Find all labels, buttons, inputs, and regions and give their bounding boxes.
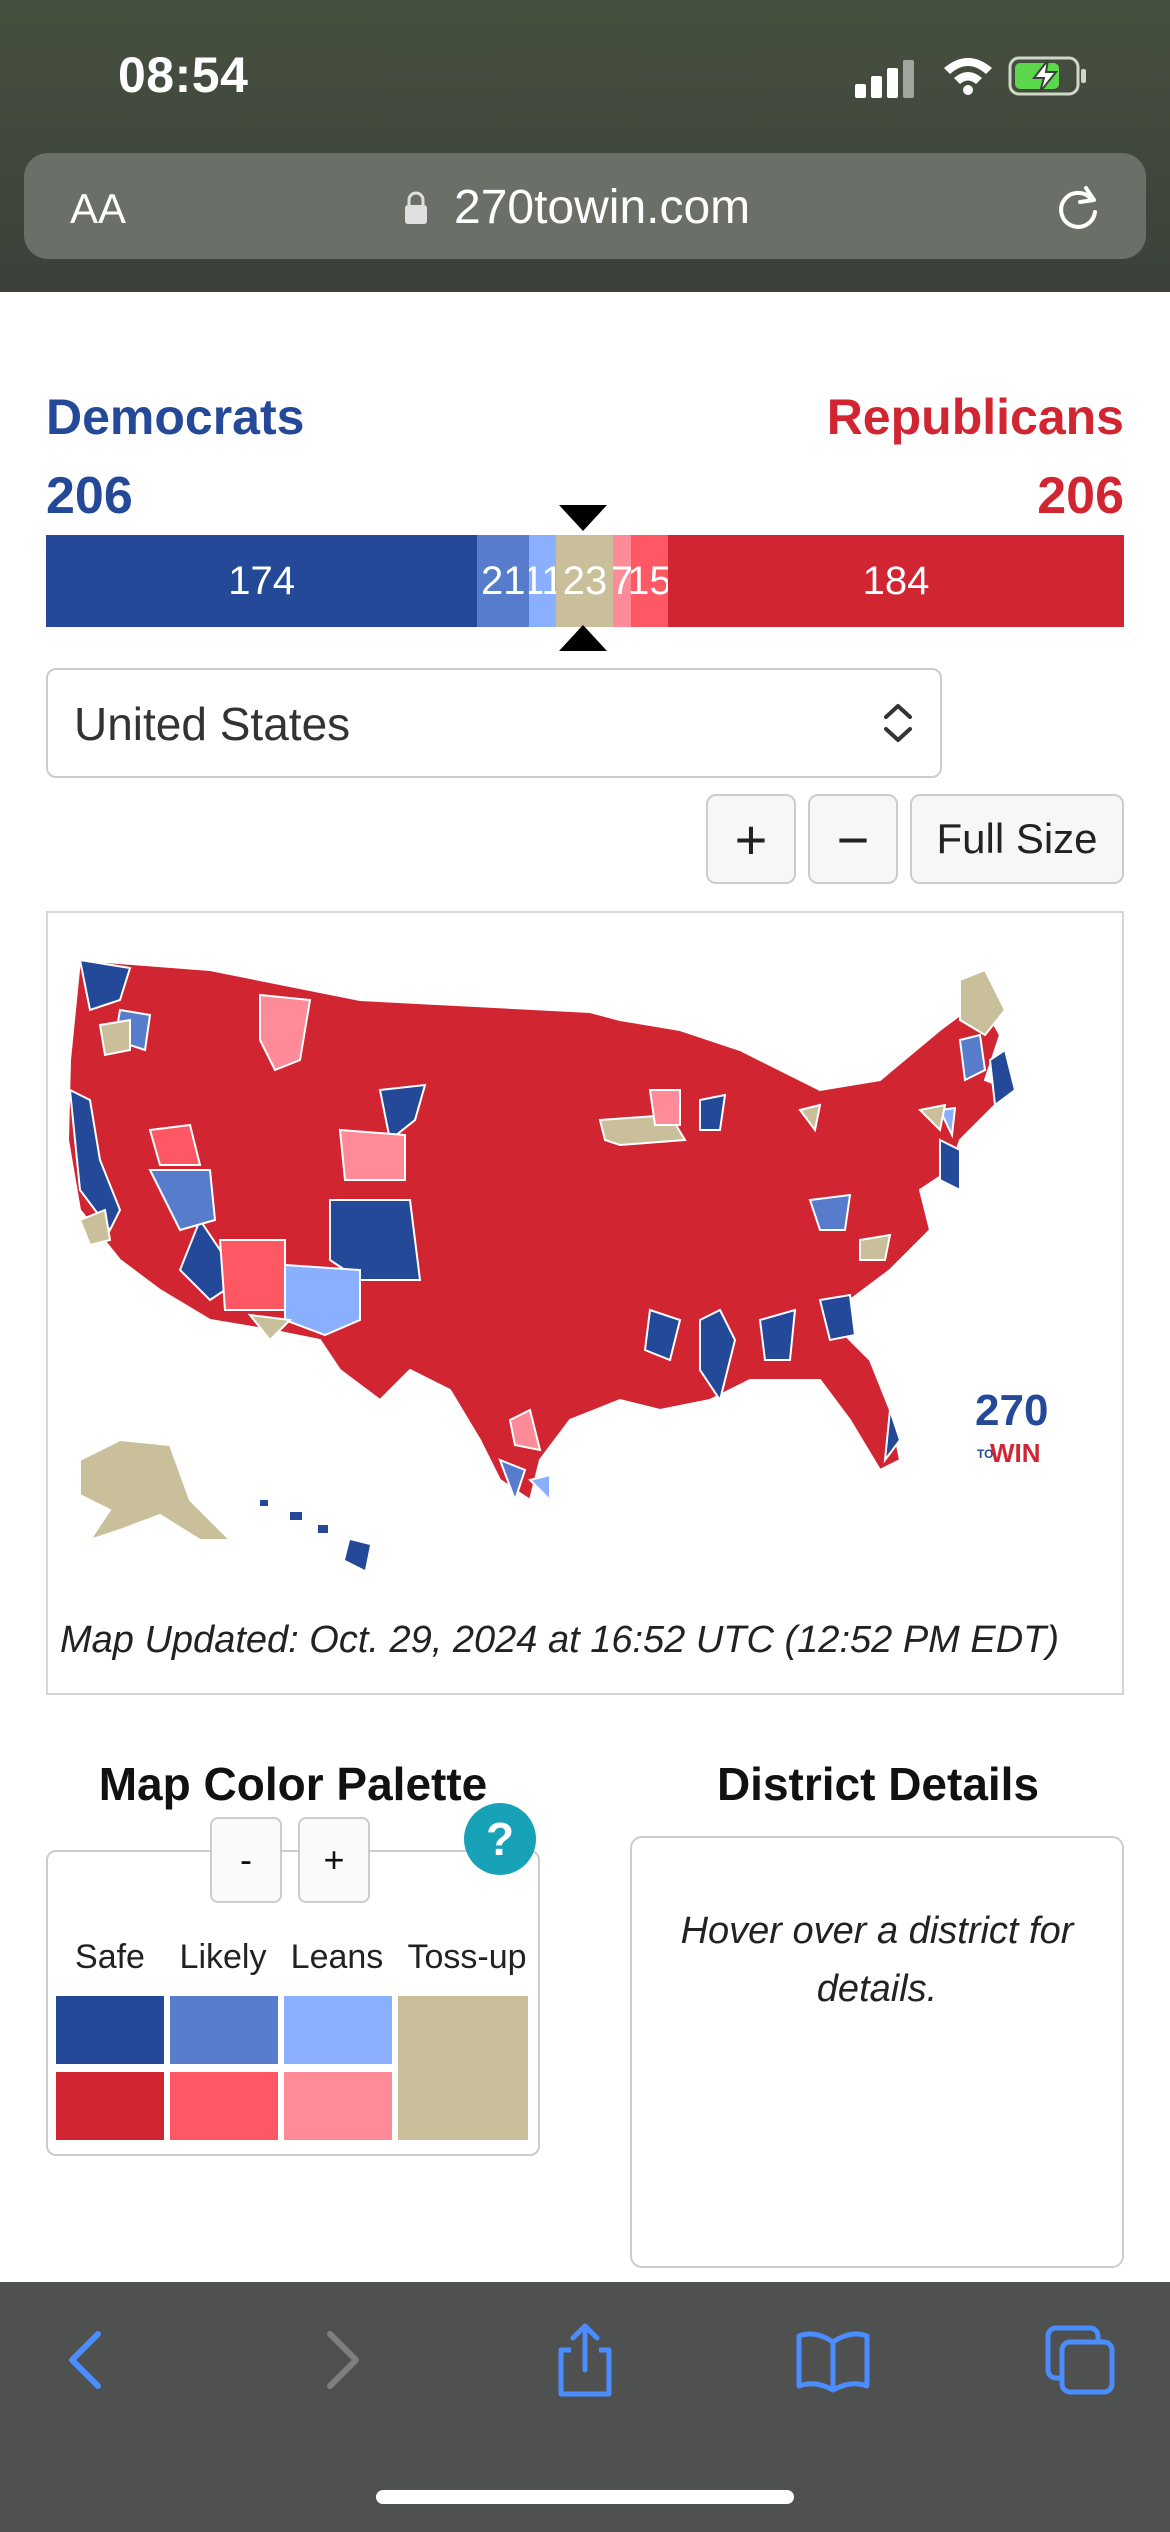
status-time: 08:54 bbox=[118, 47, 249, 103]
swatch-tossup[interactable] bbox=[398, 1996, 528, 2140]
us-congressional-district-map[interactable]: 270 TO WIN bbox=[60, 940, 1110, 1640]
district-details-hint: Hover over a district for details. bbox=[680, 1910, 1074, 2010]
democrats-label: Democrats bbox=[46, 389, 305, 445]
country-select-value: United States bbox=[74, 698, 351, 750]
forward-icon[interactable] bbox=[300, 2320, 380, 2400]
contiguous-us-shape bbox=[66, 958, 1012, 1502]
electoral-vote-bar: 174 21 11 23 7 15 184 bbox=[46, 535, 1124, 627]
ev-segment-dem-safe: 174 bbox=[46, 535, 478, 627]
district-details-panel bbox=[630, 1836, 1124, 2268]
ev-segment-dem-leans: 11 bbox=[529, 535, 557, 627]
cellular-signal-icon bbox=[855, 58, 915, 98]
ev-segment-rep-likely: 15 bbox=[630, 535, 668, 627]
palette-decrease-button[interactable]: - bbox=[210, 1817, 282, 1903]
zoom-out-button[interactable]: − bbox=[808, 794, 898, 884]
democrats-total: 206 bbox=[46, 467, 133, 525]
ev-segment-tossup: 23 bbox=[556, 535, 614, 627]
logo-270: 270 bbox=[975, 1386, 1048, 1435]
district-details-title: District Details bbox=[716, 1758, 1040, 1810]
palette-title: Map Color Palette bbox=[98, 1758, 488, 1810]
full-size-button[interactable]: Full Size bbox=[910, 794, 1124, 884]
share-icon[interactable] bbox=[545, 2320, 625, 2400]
palette-increase-button[interactable]: + bbox=[298, 1817, 370, 1903]
hawaii-shape bbox=[260, 1500, 370, 1570]
swatch-dem-safe[interactable] bbox=[56, 1996, 164, 2064]
palette-help-button[interactable]: ? bbox=[464, 1803, 536, 1875]
swatch-rep-likely[interactable] bbox=[170, 2072, 278, 2140]
ev-segment-rep-safe: 184 bbox=[667, 535, 1124, 627]
palette-header-safe: Safe bbox=[75, 1938, 145, 1976]
reload-icon[interactable] bbox=[1052, 182, 1104, 234]
midpoint-marker-top bbox=[559, 505, 607, 531]
midpoint-marker-bottom bbox=[559, 625, 607, 651]
swatch-dem-likely[interactable] bbox=[170, 1996, 278, 2064]
text-size-button[interactable]: AA bbox=[70, 185, 126, 233]
select-chevrons-icon bbox=[884, 704, 912, 742]
alaska-shape bbox=[79, 1438, 233, 1542]
lock-icon bbox=[405, 191, 427, 224]
palette-header-leans: Leans bbox=[290, 1938, 384, 1976]
ev-segment-rep-leans: 7 bbox=[613, 535, 631, 627]
palette-header-tossup: Toss-up bbox=[407, 1938, 527, 1976]
home-indicator[interactable] bbox=[376, 2490, 794, 2504]
ev-segment-dem-likely: 21 bbox=[477, 535, 530, 627]
swatch-rep-safe[interactable] bbox=[56, 2072, 164, 2140]
battery-charging-icon bbox=[1008, 56, 1086, 96]
back-icon[interactable] bbox=[48, 2320, 128, 2400]
wifi-icon bbox=[944, 58, 992, 95]
tabs-icon[interactable] bbox=[1040, 2320, 1120, 2400]
republicans-total: 206 bbox=[1037, 467, 1124, 525]
logo-win: WIN bbox=[990, 1438, 1041, 1468]
bookmarks-icon[interactable] bbox=[793, 2320, 873, 2400]
swatch-dem-leans[interactable] bbox=[284, 1996, 392, 2064]
url-text: 270towin.com bbox=[454, 181, 751, 234]
zoom-in-button[interactable]: + bbox=[706, 794, 796, 884]
republicans-label: Republicans bbox=[826, 389, 1124, 445]
palette-header-likely: Likely bbox=[179, 1938, 267, 1976]
swatch-rep-leans[interactable] bbox=[284, 2072, 392, 2140]
map-updated-note: Map Updated: Oct. 29, 2024 at 16:52 UTC … bbox=[60, 1619, 1060, 1661]
